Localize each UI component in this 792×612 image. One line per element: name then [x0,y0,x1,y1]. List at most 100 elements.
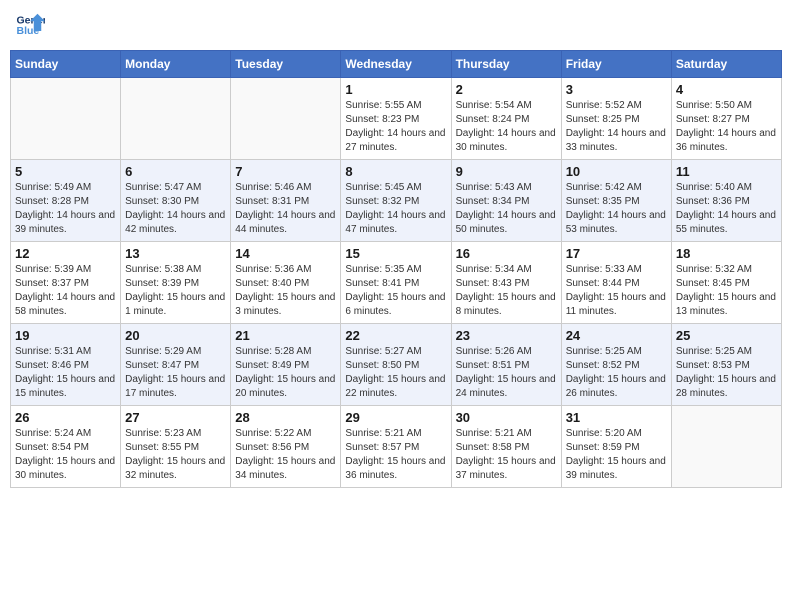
logo: General Blue [15,10,45,40]
calendar-cell [231,78,341,160]
calendar-cell: 15 Sunrise: 5:35 AMSunset: 8:41 PMDayligh… [341,242,451,324]
day-info: Sunrise: 5:27 AMSunset: 8:50 PMDaylight:… [345,345,446,401]
day-info: Sunrise: 5:24 AMSunset: 8:54 PMDaylight:… [15,427,116,483]
day-info: Sunrise: 5:21 AMSunset: 8:58 PMDaylight:… [456,427,557,483]
day-number: 8 [345,164,446,179]
weekday-header: Tuesday [231,51,341,78]
calendar-cell: 13 Sunrise: 5:38 AMSunset: 8:39 PMDayligh… [121,242,231,324]
weekday-header: Monday [121,51,231,78]
calendar-cell: 3Sunrise: 5:52 AMSunset: 8:25 PMDaylight… [561,78,671,160]
day-number: 5 [15,164,116,179]
day-number: 15 [345,246,446,261]
day-info: Sunrise: 5:25 AMSunset: 8:53 PMDaylight:… [676,345,777,401]
calendar-cell: 2 Sunrise: 5:54 AMSunset: 8:24 PMDaylight… [451,78,561,160]
day-info: Sunrise: 5:21 AMSunset: 8:57 PMDaylight:… [345,427,446,483]
calendar-cell: 31Sunrise: 5:20 AMSunset: 8:59 PMDayligh… [561,406,671,488]
day-info: Sunrise: 5:25 AMSunset: 8:52 PMDaylight:… [566,345,667,401]
logo-icon: General Blue [15,10,45,40]
day-number: 30 [456,410,557,425]
calendar-cell: 27 Sunrise: 5:23 AMSunset: 8:55 PMDayligh… [121,406,231,488]
day-info: Sunrise: 5:26 AMSunset: 8:51 PMDaylight:… [456,345,557,401]
calendar-cell: 11Sunrise: 5:40 AMSunset: 8:36 PMDayligh… [671,160,781,242]
day-info: Sunrise: 5:39 AMSunset: 8:37 PMDaylight:… [15,263,116,319]
day-info: Sunrise: 5:36 AMSunset: 8:40 PMDaylight:… [235,263,336,319]
day-number: 4 [676,82,777,97]
calendar-cell: 26Sunrise: 5:24 AMSunset: 8:54 PMDayligh… [11,406,121,488]
calendar-cell: 22 Sunrise: 5:27 AMSunset: 8:50 PMDayligh… [341,324,451,406]
weekday-header: Saturday [671,51,781,78]
day-number: 28 [235,410,336,425]
day-number: 16 [456,246,557,261]
calendar-cell: 9 Sunrise: 5:43 AMSunset: 8:34 PMDaylight… [451,160,561,242]
day-info: Sunrise: 5:54 AMSunset: 8:24 PMDaylight:… [456,99,557,155]
day-number: 17 [566,246,667,261]
calendar-cell: 17Sunrise: 5:33 AMSunset: 8:44 PMDayligh… [561,242,671,324]
day-number: 18 [676,246,777,261]
calendar-cell: 30 Sunrise: 5:21 AMSunset: 8:58 PMDayligh… [451,406,561,488]
day-info: Sunrise: 5:38 AMSunset: 8:39 PMDaylight:… [125,263,226,319]
day-number: 25 [676,328,777,343]
calendar-cell: 10 Sunrise: 5:42 AMSunset: 8:35 PMDayligh… [561,160,671,242]
calendar-week-row: 5Sunrise: 5:49 AMSunset: 8:28 PMDaylight… [11,160,782,242]
calendar-cell [671,406,781,488]
weekday-header: Sunday [11,51,121,78]
calendar-header-row: SundayMondayTuesdayWednesdayThursdayFrid… [11,51,782,78]
calendar-cell: 29 Sunrise: 5:21 AMSunset: 8:57 PMDayligh… [341,406,451,488]
day-number: 27 [125,410,226,425]
calendar-cell: 4 Sunrise: 5:50 AMSunset: 8:27 PMDaylight… [671,78,781,160]
day-number: 10 [566,164,667,179]
day-number: 13 [125,246,226,261]
day-info: Sunrise: 5:46 AMSunset: 8:31 PMDaylight:… [235,181,336,237]
day-info: Sunrise: 5:55 AMSunset: 8:23 PMDaylight:… [345,99,446,155]
calendar-cell: 1Sunrise: 5:55 AMSunset: 8:23 PMDaylight… [341,78,451,160]
calendar-cell: 28 Sunrise: 5:22 AMSunset: 8:56 PMDayligh… [231,406,341,488]
calendar-cell: 24 Sunrise: 5:25 AMSunset: 8:52 PMDayligh… [561,324,671,406]
calendar-week-row: 12 Sunrise: 5:39 AMSunset: 8:37 PMDayligh… [11,242,782,324]
day-info: Sunrise: 5:52 AMSunset: 8:25 PMDaylight:… [566,99,667,155]
calendar-cell: 14Sunrise: 5:36 AMSunset: 8:40 PMDayligh… [231,242,341,324]
calendar-cell: 6 Sunrise: 5:47 AMSunset: 8:30 PMDaylight… [121,160,231,242]
calendar-cell: 18 Sunrise: 5:32 AMSunset: 8:45 PMDayligh… [671,242,781,324]
calendar-cell: 25 Sunrise: 5:25 AMSunset: 8:53 PMDayligh… [671,324,781,406]
day-number: 7 [235,164,336,179]
calendar-cell: 8 Sunrise: 5:45 AMSunset: 8:32 PMDaylight… [341,160,451,242]
calendar-cell: 7 Sunrise: 5:46 AMSunset: 8:31 PMDaylight… [231,160,341,242]
day-info: Sunrise: 5:23 AMSunset: 8:55 PMDaylight:… [125,427,226,483]
day-info: Sunrise: 5:45 AMSunset: 8:32 PMDaylight:… [345,181,446,237]
calendar-cell: 23Sunrise: 5:26 AMSunset: 8:51 PMDayligh… [451,324,561,406]
weekday-header: Thursday [451,51,561,78]
calendar-week-row: 1Sunrise: 5:55 AMSunset: 8:23 PMDaylight… [11,78,782,160]
day-info: Sunrise: 5:35 AMSunset: 8:41 PMDaylight:… [345,263,446,319]
calendar-cell: 21 Sunrise: 5:28 AMSunset: 8:49 PMDayligh… [231,324,341,406]
day-info: Sunrise: 5:34 AMSunset: 8:43 PMDaylight:… [456,263,557,319]
calendar-week-row: 19 Sunrise: 5:31 AMSunset: 8:46 PMDayligh… [11,324,782,406]
day-number: 6 [125,164,226,179]
day-info: Sunrise: 5:31 AMSunset: 8:46 PMDaylight:… [15,345,116,401]
calendar-cell: 12 Sunrise: 5:39 AMSunset: 8:37 PMDayligh… [11,242,121,324]
calendar-cell [121,78,231,160]
day-info: Sunrise: 5:50 AMSunset: 8:27 PMDaylight:… [676,99,777,155]
day-info: Sunrise: 5:43 AMSunset: 8:34 PMDaylight:… [456,181,557,237]
day-info: Sunrise: 5:29 AMSunset: 8:47 PMDaylight:… [125,345,226,401]
day-number: 29 [345,410,446,425]
day-number: 22 [345,328,446,343]
day-info: Sunrise: 5:47 AMSunset: 8:30 PMDaylight:… [125,181,226,237]
calendar-cell: 20Sunrise: 5:29 AMSunset: 8:47 PMDayligh… [121,324,231,406]
day-number: 21 [235,328,336,343]
day-info: Sunrise: 5:22 AMSunset: 8:56 PMDaylight:… [235,427,336,483]
weekday-header: Wednesday [341,51,451,78]
day-number: 24 [566,328,667,343]
day-info: Sunrise: 5:32 AMSunset: 8:45 PMDaylight:… [676,263,777,319]
day-number: 19 [15,328,116,343]
day-number: 12 [15,246,116,261]
day-info: Sunrise: 5:42 AMSunset: 8:35 PMDaylight:… [566,181,667,237]
calendar-cell: 19 Sunrise: 5:31 AMSunset: 8:46 PMDayligh… [11,324,121,406]
day-number: 2 [456,82,557,97]
weekday-header: Friday [561,51,671,78]
calendar-cell [11,78,121,160]
calendar-table: SundayMondayTuesdayWednesdayThursdayFrid… [10,50,782,488]
day-number: 9 [456,164,557,179]
day-number: 11 [676,164,777,179]
day-info: Sunrise: 5:28 AMSunset: 8:49 PMDaylight:… [235,345,336,401]
page-header: General Blue [10,10,782,40]
